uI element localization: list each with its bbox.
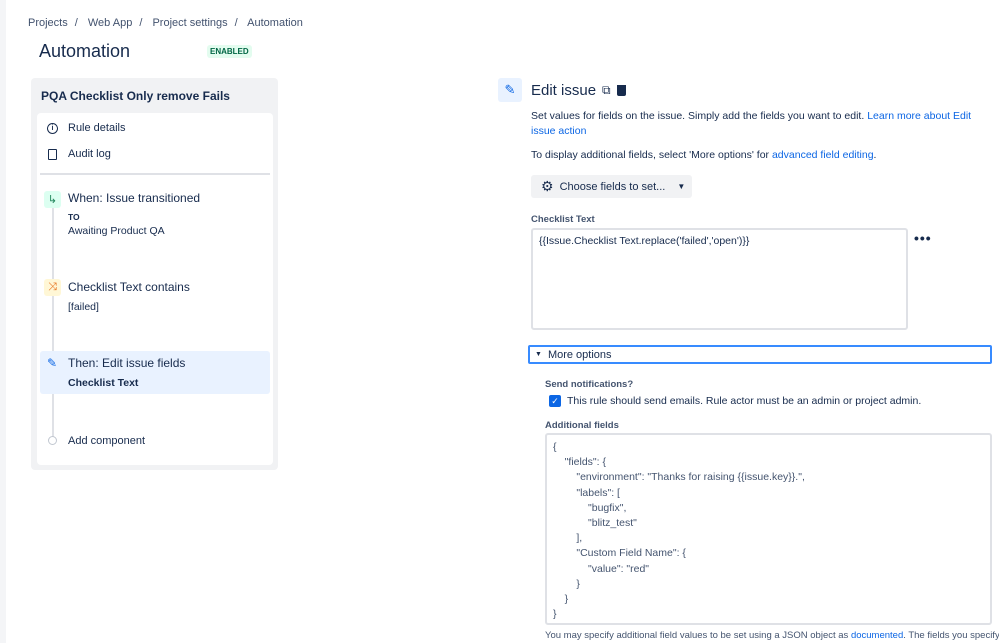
condition-icon: ⤨	[44, 279, 61, 296]
additional-fields-label: Additional fields	[545, 420, 619, 431]
editor-description: Set values for fields on the issue. Simp…	[531, 109, 981, 139]
documented-link[interactable]: documented	[851, 630, 903, 641]
advanced-field-editing-link[interactable]: advanced field editing	[772, 149, 874, 161]
editor-title: Edit issue	[531, 82, 597, 99]
desc-text: Set values for fields on the issue. Simp…	[531, 110, 868, 122]
step-action-title[interactable]: Then: Edit issue fields	[68, 356, 185, 370]
audit-log-label: Audit log	[68, 148, 111, 160]
step-action-value: Checklist Text	[68, 377, 139, 389]
help-text-end: . The fields you specify	[903, 630, 999, 641]
transition-icon: ↳	[44, 191, 61, 208]
pencil-icon: ✎	[47, 356, 58, 370]
divider	[40, 173, 270, 175]
add-component-button[interactable]: Add component	[68, 435, 145, 447]
additional-fields-help: You may specify additional field values …	[545, 630, 999, 641]
chevron-down-icon: ▼	[677, 182, 686, 191]
breadcrumb-projects[interactable]: Projects	[28, 17, 68, 29]
checklist-text-input[interactable]: {{Issue.Checklist Text.replace('failed',…	[531, 228, 908, 330]
edit-issue-pencil-icon: ✎	[498, 78, 522, 102]
more-options-toggle[interactable]: ▼ More options	[528, 345, 992, 364]
step-condition-value: [failed]	[68, 301, 99, 313]
rule-details-label: Rule details	[68, 122, 126, 134]
breadcrumb: Projects / Web App / Project settings / Aut…	[28, 17, 303, 29]
desc2-text: To display additional fields, select 'Mo…	[531, 149, 772, 161]
choose-fields-button[interactable]: ⚙ Choose fields to set... ▼	[531, 175, 692, 198]
help-text: You may specify additional field values …	[545, 630, 851, 641]
status-badge: ENABLED	[207, 45, 252, 58]
more-options-label: More options	[547, 348, 612, 361]
timeline-line	[52, 205, 54, 437]
desc2-end: .	[873, 149, 877, 161]
gear-icon: ⚙	[541, 178, 554, 194]
checklist-text-label: Checklist Text	[531, 214, 595, 225]
editor-header: Edit issue ⧉	[531, 82, 626, 99]
add-component-dot-icon	[48, 436, 57, 445]
rule-details-link[interactable]: i Rule details	[47, 122, 125, 134]
send-notifications-text: This rule should send emails. Rule actor…	[567, 395, 922, 407]
audit-log-icon	[48, 148, 57, 160]
breadcrumb-automation[interactable]: Automation	[247, 17, 303, 29]
trash-icon[interactable]	[616, 85, 626, 96]
step-trigger-sublabel: TO	[68, 212, 80, 222]
step-trigger-title[interactable]: When: Issue transitioned	[68, 191, 200, 205]
left-edge	[0, 0, 6, 643]
info-icon: i	[47, 122, 58, 134]
chevron-down-icon: ▼	[535, 351, 542, 358]
send-notifications-checkbox[interactable]: ✓	[549, 395, 561, 407]
step-condition-title[interactable]: Checklist Text contains	[68, 280, 190, 294]
audit-log-link[interactable]: Audit log	[47, 148, 111, 160]
editor-description-2: To display additional fields, select 'Mo…	[531, 148, 981, 163]
breadcrumb-project-settings[interactable]: Project settings	[152, 17, 227, 29]
copy-icon[interactable]: ⧉	[602, 83, 611, 98]
choose-fields-label: Choose fields to set...	[559, 180, 666, 193]
additional-fields-input[interactable]: { "fields": { "environment": "Thanks for…	[545, 433, 992, 625]
more-actions-icon[interactable]: •••	[914, 230, 932, 246]
step-trigger-value: Awaiting Product QA	[68, 225, 165, 237]
additional-fields-value: { "fields": { "environment": "Thanks for…	[553, 441, 805, 621]
rule-name: PQA Checklist Only remove Fails	[41, 89, 230, 103]
send-notifications-label: Send notifications?	[545, 379, 634, 390]
page-title: Automation	[39, 41, 131, 61]
breadcrumb-web-app[interactable]: Web App	[88, 17, 132, 29]
